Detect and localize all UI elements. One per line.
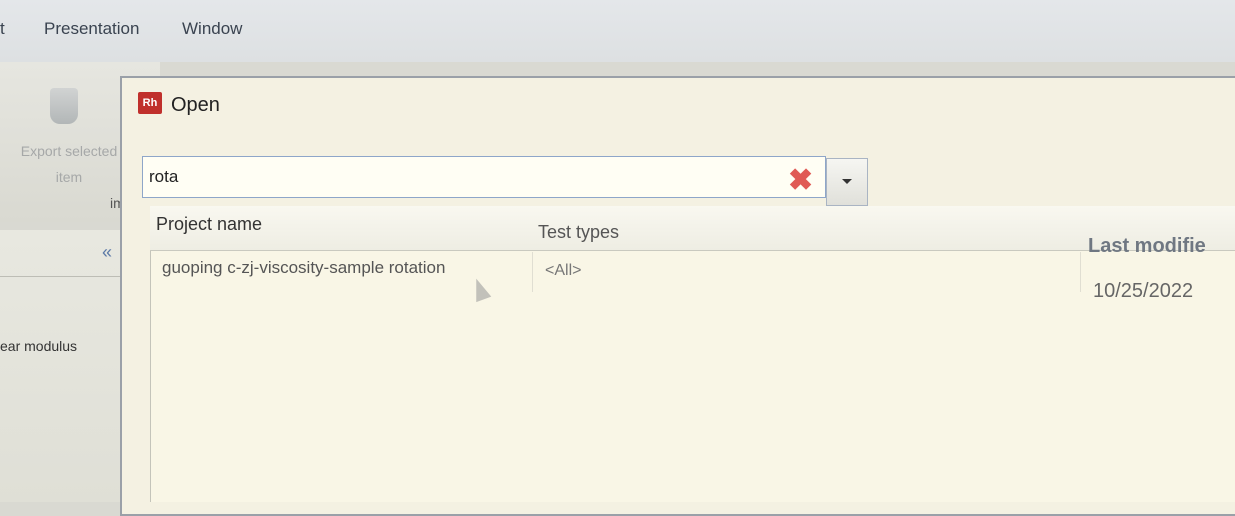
table-header-row [150,206,1235,251]
export-selected-item-button[interactable]: Export selected item [14,138,124,190]
search-box[interactable] [142,156,826,198]
side-panel-item-modulus[interactable]: ear modulus [0,338,77,354]
column-header-test-types[interactable]: Test types [538,222,619,243]
export-icon[interactable] [50,88,78,124]
cell-project-name[interactable]: guoping c-zj-viscosity-sample rotation [162,258,445,278]
menu-item-cut[interactable]: t [0,19,5,39]
cell-last-modified[interactable]: 10/25/2022 [1093,280,1193,303]
menu-item-presentation[interactable]: Presentation [44,19,139,39]
column-divider [532,252,533,292]
column-divider [1080,252,1081,292]
menu-item-window[interactable]: Window [182,19,242,39]
column-header-last-modified[interactable]: Last modifie [1088,235,1206,258]
side-panel-divider [0,276,140,277]
menu-bar: t Presentation Window [0,0,1235,62]
clear-search-icon[interactable]: ✖ [788,166,818,196]
column-header-project-name[interactable]: Project name [156,214,262,235]
search-history-dropdown[interactable] [826,158,868,206]
cell-test-types[interactable]: <All> [545,262,581,280]
search-input[interactable] [149,165,769,189]
side-panel [0,230,140,502]
dialog-title: Open [171,94,220,116]
app-logo-icon: Rh [138,92,162,114]
chevron-down-icon [842,179,852,184]
collapse-panel-icon[interactable]: « [102,242,112,263]
